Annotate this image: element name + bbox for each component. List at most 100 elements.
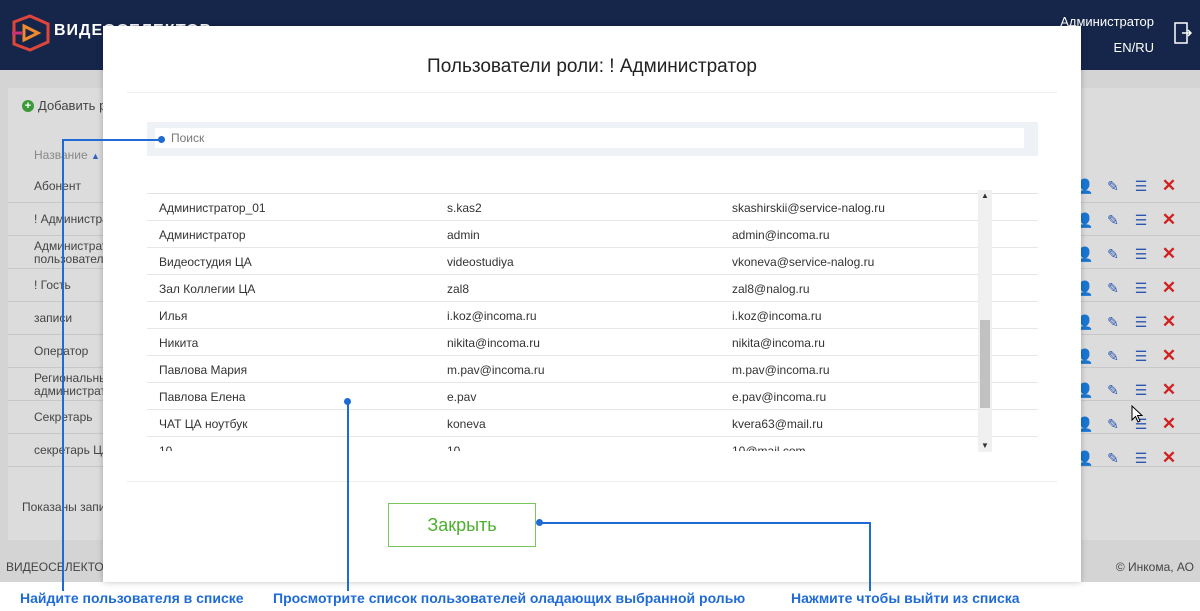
column-header-label: Название — [34, 148, 88, 162]
edit-icon[interactable]: ✎ — [1103, 348, 1123, 364]
table-row[interactable]: Администратор_01 s.kas2 skashirskii@servic… — [147, 194, 1038, 221]
table-row[interactable]: Администратор admin admin@incoma.ru — [147, 221, 1038, 248]
user-email-cell: kvera63@mail.ru — [732, 417, 823, 431]
edit-icon[interactable]: ✎ — [1103, 314, 1123, 330]
scrollbar-thumb[interactable] — [980, 320, 990, 408]
delete-icon[interactable]: ✕ — [1159, 278, 1179, 297]
plus-icon: + — [22, 99, 34, 112]
user-name-cell: Павлова Мария — [159, 363, 248, 377]
list-icon[interactable]: ☰ — [1131, 382, 1151, 398]
user-login-cell: videostudiya — [447, 255, 514, 269]
search-input[interactable] — [155, 128, 1024, 148]
delete-icon[interactable]: ✕ — [1159, 210, 1179, 229]
user-name-cell: Илья — [159, 309, 188, 323]
user-login-cell: e.pav — [447, 390, 477, 404]
annotation-line — [62, 139, 64, 591]
table-row[interactable]: Зал Коллегии ЦА zal8 zal8@nalog.ru — [147, 275, 1038, 302]
language-switch[interactable]: EN/RU — [1114, 40, 1154, 55]
table-row[interactable]: Илья i.koz@incoma.ru i.koz@incoma.ru — [147, 302, 1038, 329]
list-icon[interactable]: ☰ — [1131, 178, 1151, 194]
user-email-cell: skashirskii@service-nalog.ru — [732, 201, 885, 215]
table-scrollbar[interactable]: ▲ ▼ — [978, 190, 992, 452]
close-button[interactable]: Закрыть — [388, 503, 536, 547]
user-name-cell: ЧАТ ЦА ноутбук — [159, 417, 248, 431]
search-bar — [147, 122, 1038, 156]
user-name-cell: Никита — [159, 336, 199, 350]
role-name: ! Гость — [34, 278, 71, 292]
delete-icon[interactable]: ✕ — [1159, 346, 1179, 365]
user-name-cell: Зал Коллегии ЦА — [159, 282, 256, 296]
table-row[interactable]: Павлова Мария m.pav@incoma.ru m.pav@incoma… — [147, 356, 1038, 383]
scroll-down-arrow-icon[interactable]: ▼ — [978, 440, 992, 452]
list-icon[interactable]: ☰ — [1131, 348, 1151, 364]
delete-icon[interactable]: ✕ — [1159, 176, 1179, 195]
table-row[interactable]: Никита nikita@incoma.ru nikita@incoma.ru — [147, 329, 1038, 356]
row-actions: 👤 ✎ ☰ ✕ — [1075, 278, 1179, 297]
edit-icon[interactable]: ✎ — [1103, 212, 1123, 228]
edit-icon[interactable]: ✎ — [1103, 450, 1123, 466]
row-actions: 👤 ✎ ☰ ✕ — [1075, 414, 1179, 433]
user-name-cell: Администратор_01 — [159, 201, 266, 215]
users-table: Администратор_01 s.kas2 skashirskii@servic… — [147, 186, 1038, 451]
column-header-name[interactable]: Название ▲ — [34, 148, 100, 162]
edit-icon[interactable]: ✎ — [1103, 178, 1123, 194]
user-login-cell: i.koz@incoma.ru — [447, 309, 537, 323]
annotation-search-hint: Найдите пользователя в списке — [20, 590, 244, 606]
role-users-modal: Пользователи роли: ! Администратор Админ… — [103, 26, 1081, 582]
table-row[interactable]: Павлова Елена e.pav e.pav@incoma.ru — [147, 383, 1038, 410]
user-login-cell: m.pav@incoma.ru — [447, 363, 545, 377]
list-icon[interactable]: ☰ — [1131, 246, 1151, 262]
edit-icon[interactable]: ✎ — [1103, 382, 1123, 398]
list-icon[interactable]: ☰ — [1131, 450, 1151, 466]
list-icon[interactable]: ☰ — [1131, 280, 1151, 296]
table-header — [147, 186, 1038, 194]
annotation-line — [539, 522, 870, 524]
user-email-cell: nikita@incoma.ru — [732, 336, 825, 350]
annotation-close-hint: Нажмите чтобы выйти из списка — [791, 590, 1020, 606]
table-row[interactable]: ЧАТ ЦА ноутбук koneva kvera63@mail.ru — [147, 410, 1038, 437]
user-name-cell: Павлова Елена — [159, 390, 246, 404]
table-row[interactable]: 10 10 10@mail.com — [147, 437, 1038, 451]
annotation-line — [62, 139, 160, 141]
user-email-cell: admin@incoma.ru — [732, 228, 830, 242]
role-name: Администратор пользователей — [34, 239, 121, 266]
user-email-cell: zal8@nalog.ru — [732, 282, 810, 296]
modal-title: Пользователи роли: ! Администратор — [427, 56, 757, 77]
annotation-line — [347, 401, 349, 591]
divider — [127, 481, 1057, 482]
mouse-cursor-icon — [1131, 405, 1143, 423]
user-name-cell: Администратор — [159, 228, 246, 242]
role-name: Абонент — [34, 179, 81, 193]
list-icon[interactable]: ☰ — [1131, 314, 1151, 330]
delete-icon[interactable]: ✕ — [1159, 448, 1179, 467]
user-email-cell: e.pav@incoma.ru — [732, 390, 827, 404]
user-login-cell: 10 — [447, 444, 461, 451]
delete-icon[interactable]: ✕ — [1159, 414, 1179, 433]
logout-icon[interactable] — [1174, 22, 1192, 44]
edit-icon[interactable]: ✎ — [1103, 416, 1123, 432]
table-row[interactable]: Видеостудия ЦА videostudiya vkoneva@servic… — [147, 248, 1038, 275]
edit-icon[interactable]: ✎ — [1103, 280, 1123, 296]
videoselector-logo-icon[interactable] — [10, 14, 52, 52]
delete-icon[interactable]: ✕ — [1159, 244, 1179, 263]
row-actions: 👤 ✎ ☰ ✕ — [1075, 346, 1179, 365]
delete-icon[interactable]: ✕ — [1159, 380, 1179, 399]
row-actions: 👤 ✎ ☰ ✕ — [1075, 312, 1179, 331]
user-name-cell: 10 — [159, 444, 173, 451]
user-login-cell: admin — [447, 228, 480, 242]
row-actions: 👤 ✎ ☰ ✕ — [1075, 244, 1179, 263]
scroll-up-arrow-icon[interactable]: ▲ — [978, 190, 992, 202]
edit-icon[interactable]: ✎ — [1103, 246, 1123, 262]
list-icon[interactable]: ☰ — [1131, 212, 1151, 228]
user-email-cell: vkoneva@service-nalog.ru — [732, 255, 875, 269]
divider — [127, 92, 1057, 93]
row-actions: 👤 ✎ ☰ ✕ — [1075, 210, 1179, 229]
user-email-cell: 10@mail.com — [732, 444, 806, 451]
row-actions: 👤 ✎ ☰ ✕ — [1075, 380, 1179, 399]
annotation-list-hint: Просмотрите список пользователей оладающ… — [273, 590, 746, 606]
sort-asc-icon: ▲ — [90, 151, 100, 161]
delete-icon[interactable]: ✕ — [1159, 312, 1179, 331]
user-email-cell: i.koz@incoma.ru — [732, 309, 822, 323]
annotation-line — [869, 522, 871, 591]
user-login-cell: zal8 — [447, 282, 470, 296]
